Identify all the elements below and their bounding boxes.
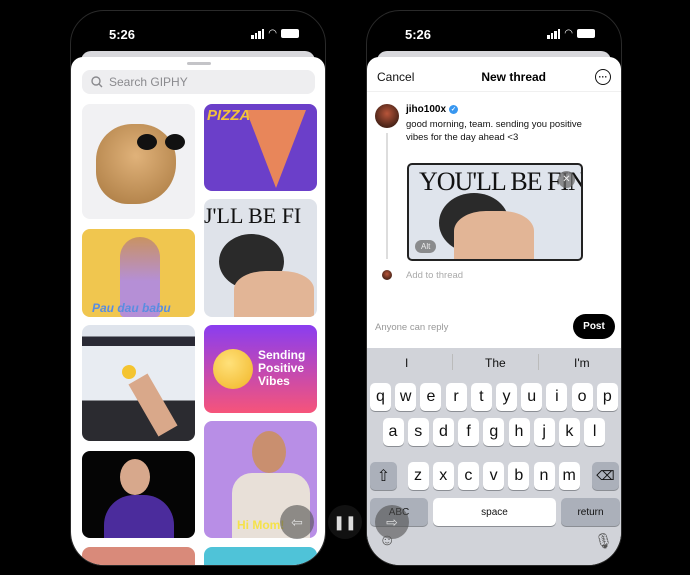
- post-text-input[interactable]: good morning, team. sending you positive…: [406, 118, 586, 144]
- status-icons: ◠: [251, 28, 299, 39]
- page-title: New thread: [481, 70, 547, 84]
- gif-caption: Hi Mom!: [237, 518, 285, 532]
- username[interactable]: jiho100x: [406, 104, 446, 115]
- back-button[interactable]: ⇦: [280, 505, 314, 539]
- signal-icon: [547, 28, 561, 39]
- return-key[interactable]: return: [561, 498, 620, 526]
- key-o[interactable]: o: [571, 383, 593, 411]
- key-h[interactable]: h: [508, 418, 530, 446]
- gif-tile[interactable]: Pau dau babu: [82, 229, 195, 317]
- battery-icon: [577, 29, 595, 38]
- add-to-thread[interactable]: Add to thread: [406, 270, 463, 281]
- more-icon[interactable]: ···: [594, 69, 611, 85]
- gif-caption: J'LL BE FI: [204, 203, 302, 228]
- suggestion[interactable]: The: [485, 356, 506, 370]
- key-y[interactable]: y: [496, 383, 517, 411]
- key-m[interactable]: m: [558, 462, 580, 490]
- status-time: 5:26: [405, 27, 432, 42]
- key-p[interactable]: p: [596, 383, 618, 411]
- status-icons: ◠: [547, 28, 595, 39]
- key-z[interactable]: z: [407, 462, 429, 490]
- search-input[interactable]: Search GIPHY: [82, 70, 315, 94]
- key-e[interactable]: e: [420, 383, 442, 411]
- signal-icon: [251, 28, 265, 39]
- gif-tile[interactable]: J'LL BE FI: [204, 199, 317, 317]
- compose-sheet: Cancel New thread ··· jiho100x ✓ good mo…: [367, 57, 621, 565]
- search-placeholder: Search GIPHY: [109, 75, 188, 89]
- key-k[interactable]: k: [558, 418, 580, 446]
- pause-button[interactable]: ❚❚: [328, 505, 362, 539]
- remove-gif-button[interactable]: ✕: [558, 171, 575, 188]
- shift-key[interactable]: ⇧: [370, 462, 397, 490]
- key-s[interactable]: s: [407, 418, 429, 446]
- gif-tile[interactable]: [82, 547, 195, 565]
- key-n[interactable]: n: [533, 462, 555, 490]
- pause-icon: ❚❚: [333, 513, 357, 530]
- key-a[interactable]: a: [382, 418, 404, 446]
- wifi-icon: ◠: [268, 28, 277, 39]
- verified-badge-icon: ✓: [449, 105, 459, 114]
- forward-button[interactable]: ⇨: [375, 505, 409, 539]
- key-f[interactable]: f: [458, 418, 480, 446]
- gif-caption: Sending Positive Vibes: [258, 348, 306, 388]
- key-d[interactable]: d: [432, 418, 454, 446]
- cancel-button[interactable]: Cancel: [377, 70, 414, 84]
- gif-tile[interactable]: Sending Positive Vibes: [204, 325, 317, 413]
- suggestion[interactable]: I'm: [574, 356, 590, 370]
- drag-handle[interactable]: [187, 62, 211, 65]
- battery-icon: [281, 29, 299, 38]
- gif-tile[interactable]: PIZZA: [204, 104, 317, 191]
- suggestion[interactable]: I: [405, 356, 408, 370]
- key-q[interactable]: q: [370, 383, 391, 411]
- key-i[interactable]: i: [546, 383, 568, 411]
- reply-setting[interactable]: Anyone can reply: [375, 322, 448, 333]
- gif-tile[interactable]: [82, 104, 195, 219]
- key-b[interactable]: b: [508, 462, 530, 490]
- giphy-sheet: Search GIPHY PIZZA Pau dau babu J'LL BE …: [71, 57, 325, 565]
- key-c[interactable]: c: [457, 462, 479, 490]
- key-v[interactable]: v: [483, 462, 505, 490]
- backspace-key[interactable]: ⌫: [592, 462, 619, 490]
- gif-tile[interactable]: [82, 325, 195, 441]
- key-g[interactable]: g: [483, 418, 505, 446]
- key-u[interactable]: u: [521, 383, 543, 411]
- key-r[interactable]: r: [445, 383, 467, 411]
- thread-line: [386, 133, 388, 259]
- microphone-icon[interactable]: 🎙: [594, 532, 613, 550]
- key-x[interactable]: x: [432, 462, 454, 490]
- space-key[interactable]: space: [433, 498, 556, 526]
- phone-giphy-picker: 5:26 ◠ Search GIPHY PIZZA Pau dau babu J…: [70, 10, 326, 566]
- search-icon: [91, 76, 103, 88]
- alt-text-button[interactable]: Alt: [415, 240, 437, 253]
- gif-tile[interactable]: [82, 451, 195, 538]
- gif-tile[interactable]: [204, 547, 317, 565]
- status-time: 5:26: [109, 27, 136, 42]
- gif-attachment[interactable]: YOU'LL BE FINE ✕ Alt: [407, 163, 583, 261]
- avatar-small: [382, 270, 392, 280]
- post-button[interactable]: Post: [573, 314, 615, 339]
- gif-caption: Pau dau babu: [92, 301, 171, 315]
- forward-icon: ⇨: [386, 513, 398, 530]
- key-l[interactable]: l: [584, 418, 606, 446]
- back-icon: ⇦: [291, 513, 303, 530]
- key-w[interactable]: w: [395, 383, 417, 411]
- phone-new-thread: 5:26 ◠ Cancel New thread ··· jiho100x ✓ …: [366, 10, 622, 566]
- gif-caption: PIZZA: [207, 107, 251, 124]
- key-j[interactable]: j: [533, 418, 555, 446]
- key-t[interactable]: t: [470, 383, 492, 411]
- wifi-icon: ◠: [564, 28, 573, 39]
- avatar: [375, 104, 399, 128]
